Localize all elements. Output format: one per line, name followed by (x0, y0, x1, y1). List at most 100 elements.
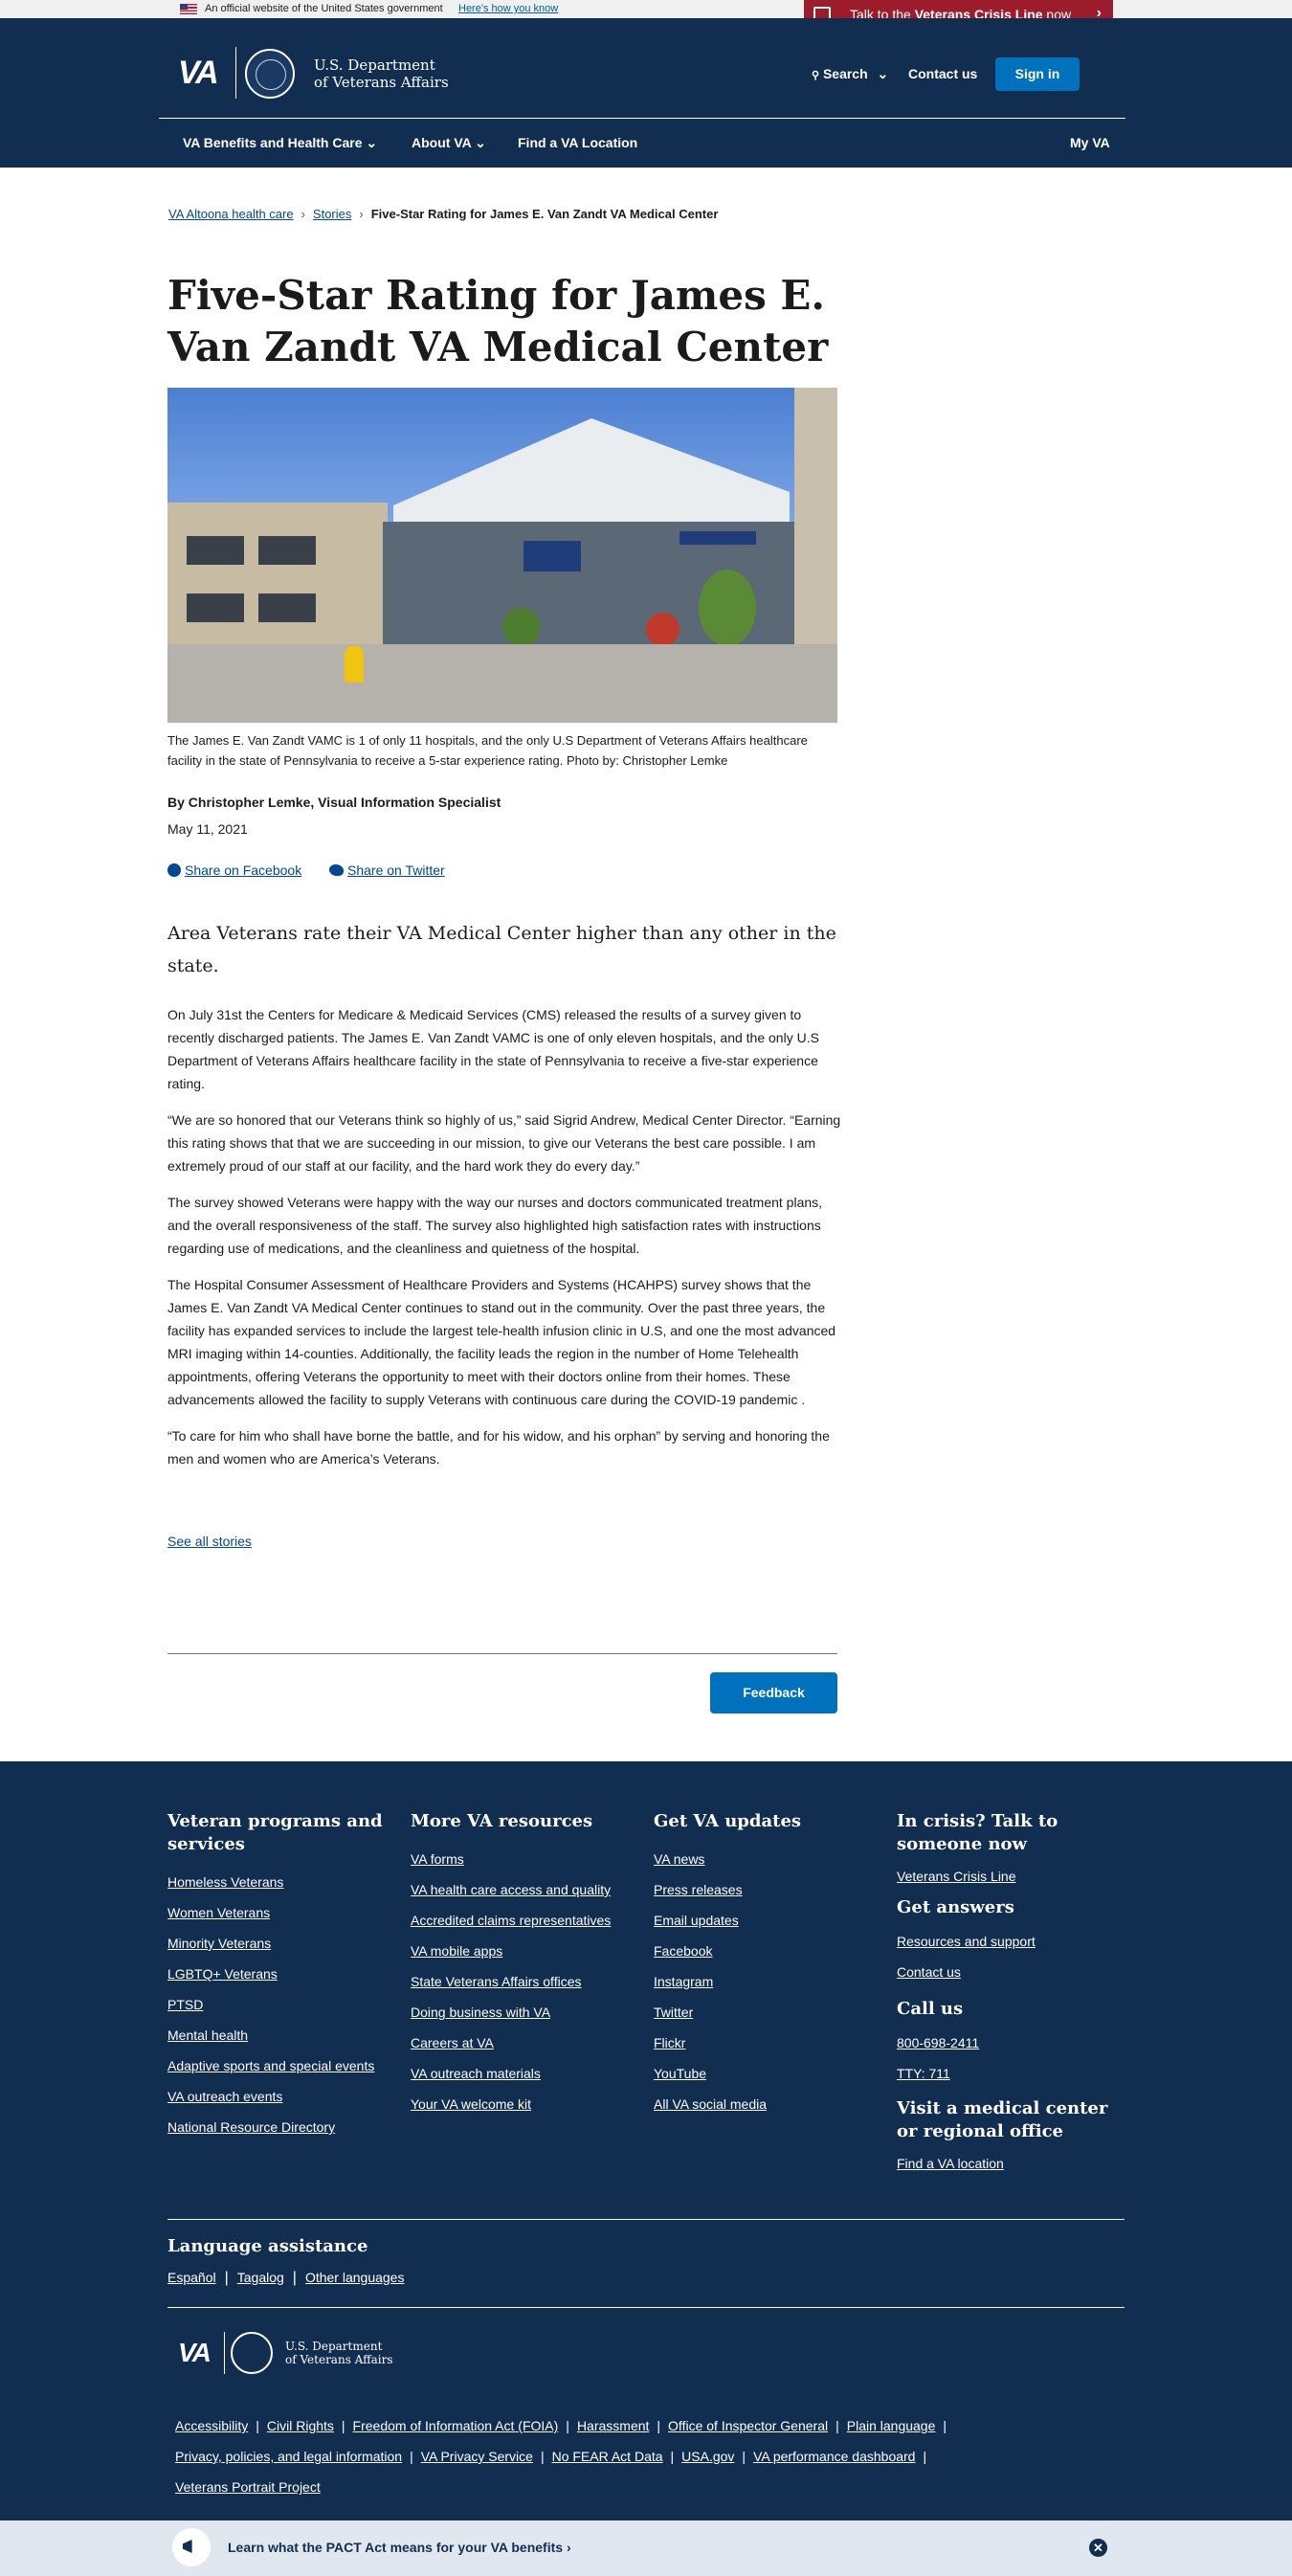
nav-my-va[interactable]: My VA (1070, 135, 1110, 150)
footer-link[interactable]: Minority Veterans (167, 1935, 388, 1965)
department-name: U.S. Department of Veterans Affairs (314, 56, 449, 91)
footer-link[interactable]: Flickr (654, 2034, 864, 2065)
article-paragraph: The survey showed Veterans were happy wi… (167, 1195, 823, 1256)
footer-link[interactable]: Resources and support (897, 1933, 1126, 1963)
share-facebook-link[interactable]: Share on Facebook (167, 862, 301, 878)
footer-link[interactable]: YouTube (654, 2065, 864, 2095)
footer-heading: Call us (897, 1999, 964, 2019)
footer-link[interactable]: VA outreach events (167, 2088, 388, 2118)
footer-bottom-link[interactable]: USA.gov (681, 2449, 734, 2464)
department-name: U.S. Department of Veterans Affairs (285, 2340, 393, 2366)
footer-link[interactable]: 800-698-2411 (897, 2034, 1126, 2065)
footer-bottom-link[interactable]: VA Privacy Service (421, 2449, 533, 2464)
va-seal-icon (231, 2332, 273, 2374)
article-lead: Area Veterans rate their VA Medical Cent… (167, 923, 836, 976)
footer-link[interactable]: Instagram (654, 1973, 864, 2004)
footer-link[interactable]: National Resource Directory (167, 2118, 388, 2149)
pact-act-banner: Learn what the PACT Act means for your V… (0, 2520, 1292, 2576)
contact-us-link[interactable]: Contact us (908, 66, 977, 81)
page-title: Five-Star Rating for James E. Van Zandt … (167, 272, 829, 370)
footer-bottom-link[interactable]: Privacy, policies, and legal information (175, 2449, 402, 2464)
breadcrumb-altoona[interactable]: VA Altoona health care (168, 207, 294, 221)
sign-in-button[interactable]: Sign in (995, 57, 1080, 91)
footer-heading: Get answers (897, 1897, 1014, 1917)
va-wordmark: VA (178, 55, 219, 91)
footer-bottom-link[interactable]: Veterans Portrait Project (175, 2479, 321, 2495)
share-twitter-link[interactable]: Share on Twitter (329, 862, 445, 878)
us-flag-icon (180, 4, 197, 14)
breadcrumb-stories[interactable]: Stories (313, 207, 351, 221)
footer-link[interactable]: Email updates (654, 1912, 864, 1942)
footer-col-programs: Veteran programs and services Homeless V… (167, 1810, 388, 2149)
footer-bottom-link[interactable]: Harassment (577, 2418, 649, 2433)
footer-bottom-link[interactable]: No FEAR Act Data (552, 2449, 663, 2464)
footer-bottom-link[interactable]: Plain language (847, 2418, 936, 2433)
footer-bottom-link[interactable]: Office of Inspector General (668, 2418, 828, 2433)
footer-heading: In crisis? Talk to someone now (897, 1811, 1058, 1854)
nav-about-va[interactable]: About VA ⌄ (412, 135, 486, 151)
language-link-espanol[interactable]: Español (167, 2270, 216, 2285)
footer-bottom-link[interactable]: VA performance dashboard (753, 2449, 915, 2464)
footer-link[interactable]: Your VA welcome kit (411, 2095, 640, 2126)
footer-link[interactable]: Doing business with VA (411, 2004, 640, 2034)
hero-image (167, 388, 837, 723)
article-paragraph: On July 31st the Centers for Medicare & … (167, 1007, 819, 1091)
footer-divider (167, 2307, 1125, 2308)
feedback-divider (167, 1653, 837, 1654)
footer-link[interactable]: All VA social media (654, 2095, 864, 2126)
footer-link[interactable]: VA forms (411, 1850, 640, 1881)
footer-link[interactable]: VA outreach materials (411, 2065, 640, 2095)
article-paragraph: “We are so honored that our Veterans thi… (167, 1112, 841, 1174)
article-body: On July 31st the Centers for Medicare & … (167, 1003, 842, 1484)
language-link-tagalog[interactable]: Tagalog (237, 2270, 284, 2285)
va-seal-icon (245, 49, 295, 99)
footer-bottom-link[interactable]: Accessibility (175, 2418, 248, 2433)
footer-link[interactable]: TTY: 711 (897, 2065, 1126, 2095)
footer-col-resources: More VA resources VA forms VA health car… (411, 1810, 640, 2126)
megaphone-icon (172, 2528, 211, 2566)
pact-act-link[interactable]: Learn what the PACT Act means for your V… (228, 2540, 571, 2555)
nav-find-location[interactable]: Find a VA Location (518, 135, 637, 150)
see-all-stories-link[interactable]: See all stories (167, 1534, 252, 1549)
breadcrumb-separator: › (359, 207, 364, 221)
footer-link[interactable]: VA news (654, 1850, 864, 1881)
footer-link[interactable]: Facebook (654, 1942, 864, 1973)
official-site-text: An official website of the United States… (205, 3, 443, 14)
footer-link[interactable]: LGBTQ+ Veterans (167, 1965, 388, 1996)
footer-link[interactable]: VA health care access and quality (411, 1881, 640, 1912)
nav-benefits-health-care[interactable]: VA Benefits and Health Care ⌄ (183, 135, 377, 151)
search-icon: ⚲ (812, 70, 820, 81)
footer-link[interactable]: Find a VA location (897, 2155, 1126, 2185)
footer-col-updates: Get VA updates VA news Press releases Em… (654, 1810, 864, 2126)
footer-link[interactable]: Women Veterans (167, 1904, 388, 1935)
chevron-down-icon: ⌄ (366, 135, 378, 150)
footer-link[interactable]: Careers at VA (411, 2034, 640, 2065)
close-icon[interactable]: ✕ (1089, 2539, 1107, 2557)
footer-link[interactable]: Adaptive sports and special events (167, 2057, 388, 2088)
footer-link[interactable]: PTSD (167, 1996, 388, 2027)
footer-col-crisis: In crisis? Talk to someone now Veterans … (897, 1810, 1126, 2185)
footer-link[interactable]: VA mobile apps (411, 1942, 640, 1973)
footer-link[interactable]: Homeless Veterans (167, 1873, 388, 1904)
footer-link[interactable]: Press releases (654, 1881, 864, 1912)
footer-heading: Language assistance (167, 2236, 368, 2256)
footer-link[interactable]: Accredited claims representatives (411, 1912, 640, 1942)
heres-how-you-know-link[interactable]: Here's how you know (458, 3, 558, 14)
chevron-down-icon: ⌄ (475, 135, 486, 150)
chevron-down-icon: ⌄ (877, 66, 889, 81)
image-caption: The James E. Van Zandt VAMC is 1 of only… (167, 733, 808, 768)
article-paragraph: “To care for him who shall have borne th… (167, 1428, 830, 1467)
search-menu-button[interactable]: ⚲ Search ⌄ (812, 66, 888, 82)
header-divider (159, 118, 1125, 119)
footer-link[interactable]: Twitter (654, 2004, 864, 2034)
language-link-other[interactable]: Other languages (305, 2270, 405, 2285)
footer-link[interactable]: State Veterans Affairs offices (411, 1973, 640, 2004)
footer-bottom-link[interactable]: Civil Rights (267, 2418, 334, 2433)
feedback-button[interactable]: Feedback (710, 1672, 837, 1714)
footer-bottom-link[interactable]: Freedom of Information Act (FOIA) (353, 2418, 559, 2433)
footer-link[interactable]: Contact us (897, 1963, 1126, 1994)
footer-divider (167, 2219, 1125, 2220)
footer-link[interactable]: Veterans Crisis Line (897, 1868, 1126, 1898)
footer-link[interactable]: Mental health (167, 2027, 388, 2057)
language-assistance: Language assistance Español | Tagalog | Othe… (167, 2236, 404, 2287)
